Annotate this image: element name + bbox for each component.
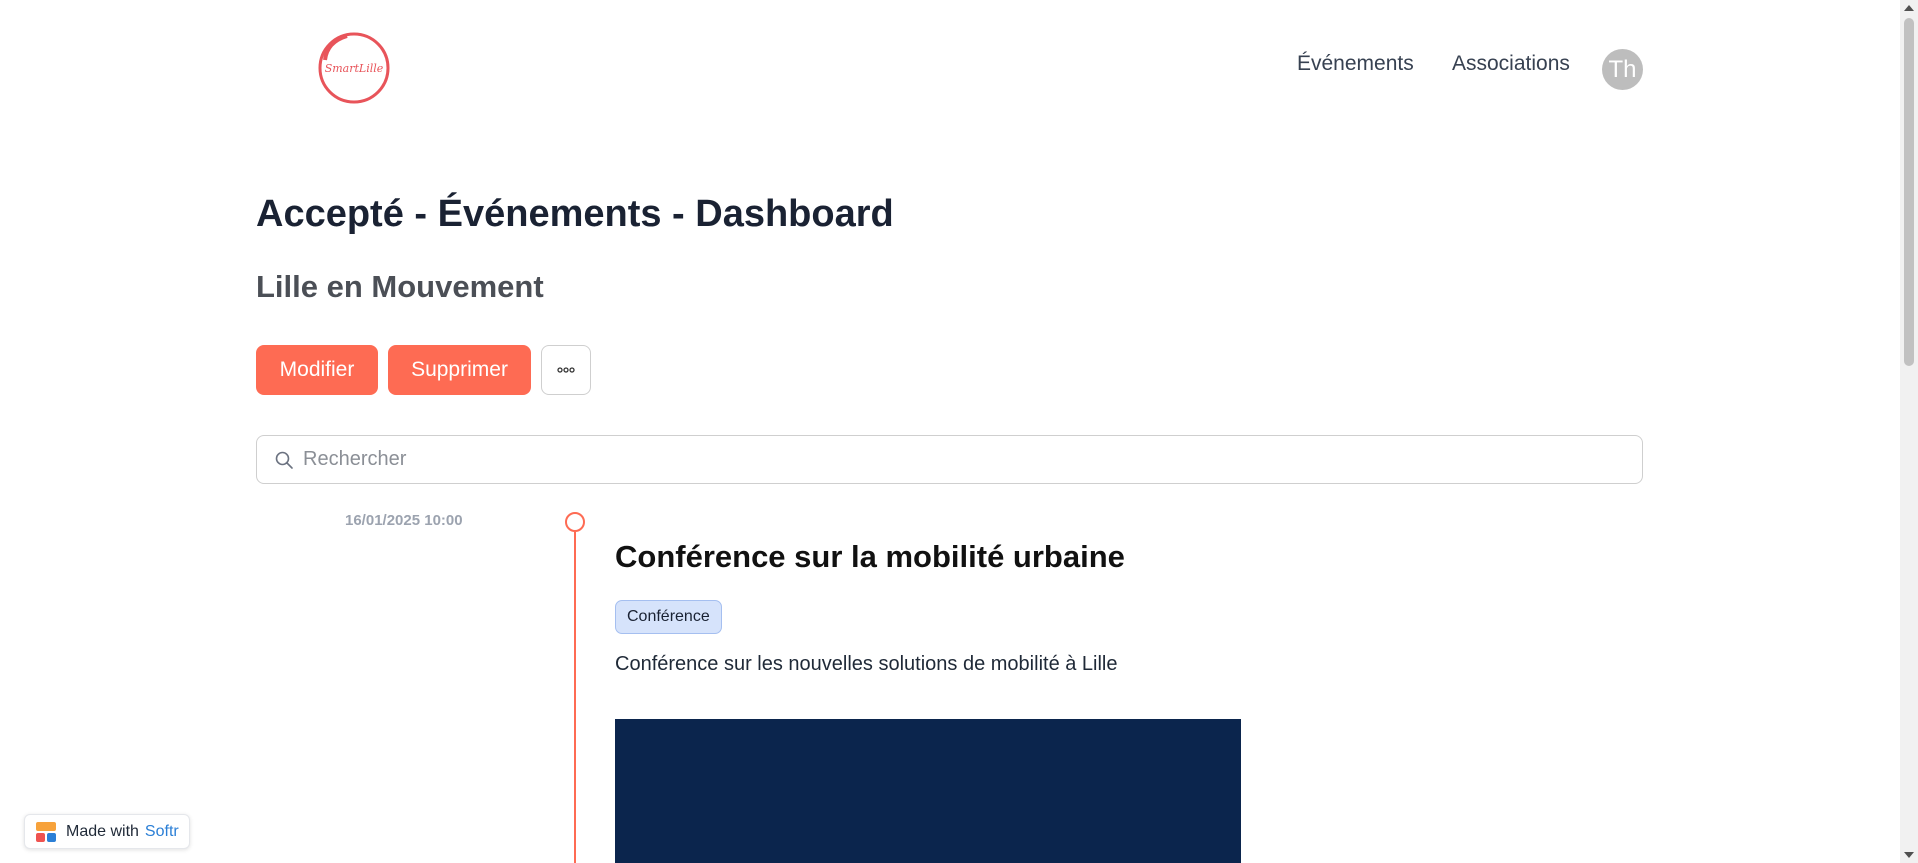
nav-link-associations[interactable]: Associations [1452, 52, 1570, 76]
more-actions-button[interactable] [541, 345, 591, 395]
scrollbar-thumb[interactable] [1904, 18, 1914, 366]
modify-button[interactable]: Modifier [256, 345, 378, 395]
event-title[interactable]: Conférence sur la mobilité urbaine [615, 539, 1125, 575]
search-bar[interactable] [256, 435, 1643, 484]
timeline-date: 16/01/2025 10:00 [345, 512, 463, 529]
softr-brand-label: Softr [144, 822, 179, 840]
made-with-label: Made with [66, 822, 139, 840]
made-with-softr-badge[interactable]: Made with Softr [24, 814, 190, 849]
logo-circle-icon: SmartLille [318, 32, 390, 104]
scroll-down-arrow-icon[interactable] [1904, 852, 1914, 858]
logo-text: SmartLille [325, 62, 384, 75]
event-description: Conférence sur les nouvelles solutions d… [615, 653, 1118, 675]
scroll-up-arrow-icon[interactable] [1904, 5, 1914, 11]
smartlille-logo[interactable]: SmartLille [317, 30, 392, 105]
search-icon [275, 451, 293, 469]
softr-logo-icon [36, 821, 56, 842]
delete-button[interactable]: Supprimer [388, 345, 531, 395]
search-input[interactable] [303, 436, 1623, 483]
more-horizontal-icon [557, 367, 575, 373]
event-category-badge: Conférence [615, 600, 722, 634]
page-scrollbar[interactable] [1900, 0, 1918, 863]
page-title: Accepté - Événements - Dashboard [256, 193, 894, 235]
event-image[interactable] [615, 719, 1241, 863]
user-avatar[interactable]: Th [1602, 49, 1643, 90]
timeline-dot [565, 512, 585, 532]
page-subtitle: Lille en Mouvement [256, 269, 544, 304]
nav-link-events[interactable]: Événements [1297, 52, 1414, 76]
timeline-line [574, 532, 576, 863]
